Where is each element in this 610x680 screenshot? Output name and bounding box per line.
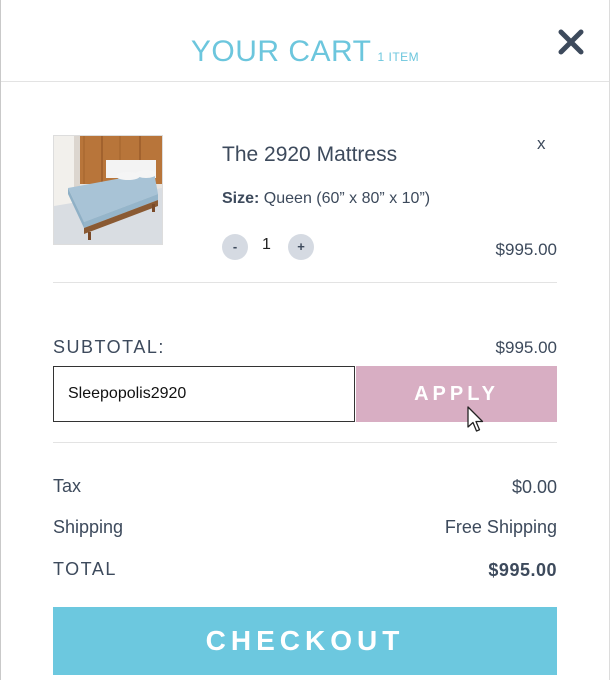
window-edge-left bbox=[0, 0, 1, 680]
promo-code-input[interactable] bbox=[53, 366, 355, 422]
quantity-value: 1 bbox=[262, 236, 271, 253]
tax-value: $0.00 bbox=[511, 477, 557, 497]
total-label: TOTAL bbox=[53, 559, 117, 579]
product-name[interactable]: The 2920 Mattress bbox=[222, 143, 397, 167]
mattress-product-photo bbox=[54, 136, 162, 244]
shipping-value: Free Shipping bbox=[444, 517, 557, 537]
item-price: $995.00 bbox=[495, 240, 557, 259]
quantity-increase-button[interactable]: + bbox=[288, 234, 314, 260]
product-size: Size: Queen (60” x 80” x 10”) bbox=[222, 190, 430, 208]
remove-item-button[interactable]: x bbox=[537, 134, 546, 154]
tax-label: Tax bbox=[53, 476, 82, 496]
subtotal-label: SUBTOTAL: bbox=[53, 337, 165, 357]
divider bbox=[53, 442, 557, 443]
checkout-button[interactable]: CHECKOUT bbox=[53, 607, 557, 675]
total-value: $995.00 bbox=[488, 560, 557, 580]
size-value: Queen (60” x 80” x 10”) bbox=[263, 190, 431, 207]
close-cart-button[interactable] bbox=[555, 26, 587, 58]
product-image[interactable] bbox=[53, 135, 163, 245]
cart-title-group: YOUR CART 1 ITEM bbox=[1, 35, 609, 69]
quantity-decrease-button[interactable]: - bbox=[222, 234, 248, 260]
divider bbox=[53, 282, 557, 283]
subtotal-value: $995.00 bbox=[495, 338, 557, 357]
cart-header: YOUR CART 1 ITEM bbox=[1, 0, 609, 82]
cart-item-count: 1 ITEM bbox=[377, 50, 420, 64]
cart-title: YOUR CART bbox=[190, 35, 372, 68]
size-label: Size: bbox=[222, 190, 260, 207]
shipping-label: Shipping bbox=[53, 517, 124, 537]
apply-promo-button[interactable]: APPLY bbox=[356, 366, 557, 422]
close-icon bbox=[558, 29, 584, 55]
